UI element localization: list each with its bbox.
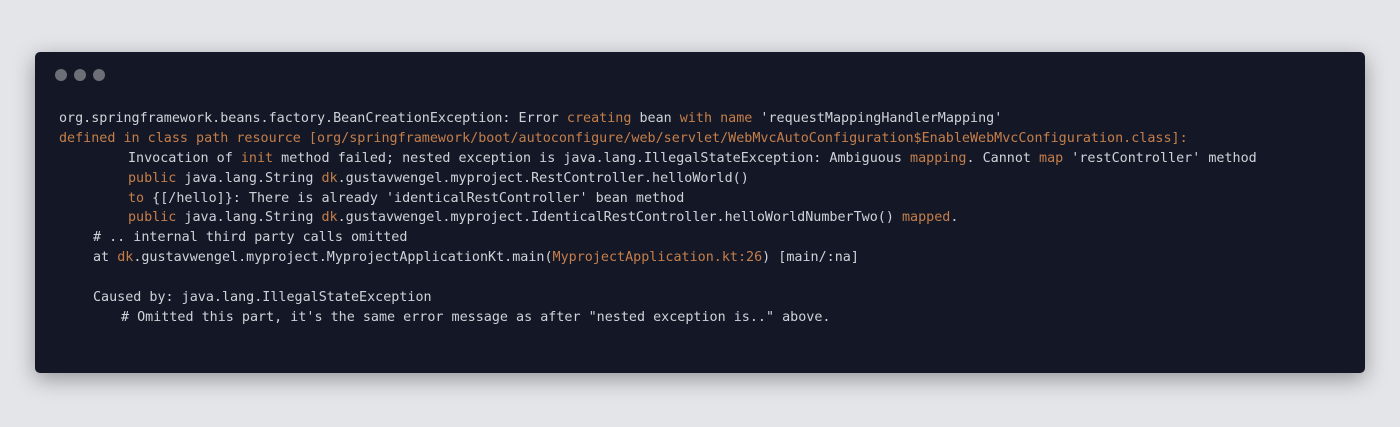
code-line: # Omitted this part, it's the same error… xyxy=(59,308,1357,328)
code-keyword: class path resource [org/springframework… xyxy=(139,130,1188,146)
stack-trace: org.springframework.beans.factory.BeanCr… xyxy=(59,109,1357,328)
code-keyword: mapped xyxy=(901,210,951,226)
code-keyword: MyprojectApplication.kt:26 xyxy=(552,250,763,266)
minimize-dot-icon[interactable] xyxy=(74,69,86,81)
code-text: java.lang.String xyxy=(176,210,322,226)
code-text: Invocation of xyxy=(128,150,241,166)
code-text: at xyxy=(93,250,118,266)
code-text: # .. internal third party calls omitted xyxy=(93,230,408,246)
code-line: Caused by: java.lang.IllegalStateExcepti… xyxy=(59,288,1357,308)
code-text: 'requestMappingHandlerMapping' xyxy=(752,111,1003,126)
code-window: org.springframework.beans.factory.BeanCr… xyxy=(35,52,1365,373)
code-line: public java.lang.String dk.gustavwengel.… xyxy=(59,169,1357,189)
code-text: # Omitted this part, it's the same error… xyxy=(121,309,831,325)
code-text: ) [main/:na] xyxy=(762,250,859,266)
code-keyword: to xyxy=(128,190,145,206)
code-keyword: mapping xyxy=(910,150,967,166)
code-line: defined in class path resource [org/spri… xyxy=(59,129,1357,149)
code-keyword: dk xyxy=(321,210,338,226)
code-text: java.lang.String xyxy=(176,170,322,186)
code-keyword: in xyxy=(123,130,140,146)
code-line: Invocation of init method failed; nested… xyxy=(59,149,1357,169)
code-text: .gustavwengel.myproject.MyprojectApplica… xyxy=(133,250,553,266)
code-text: . Cannot xyxy=(966,150,1040,166)
code-text: Caused by: java.lang.IllegalStateExcepti… xyxy=(93,290,432,306)
code-line: # .. internal third party calls omitted xyxy=(59,228,1357,248)
code-text: 'restController' method xyxy=(1063,150,1257,166)
code-keyword: creating xyxy=(566,111,632,126)
code-keyword: defined xyxy=(59,130,116,146)
window-controls xyxy=(55,69,105,81)
code-keyword: dk xyxy=(321,170,338,186)
code-text: {[/hello]}: There is already 'identicalR… xyxy=(144,190,685,206)
code-keyword: name xyxy=(720,111,753,126)
code-keyword: dk xyxy=(117,250,134,266)
code-keyword: with xyxy=(679,111,713,126)
code-text: .gustavwengel.myproject.RestController.h… xyxy=(337,170,749,186)
code-keyword: public xyxy=(128,170,177,186)
code-keyword: init xyxy=(240,150,274,166)
code-text: .gustavwengel.myproject.IdenticalRestCon… xyxy=(337,210,902,226)
code-text: bean xyxy=(631,111,680,126)
code-keyword: map xyxy=(1039,150,1064,166)
code-line: to {[/hello]}: There is already 'identic… xyxy=(59,189,1357,209)
code-line: public java.lang.String dk.gustavwengel.… xyxy=(59,208,1357,228)
code-text: org.springframework.beans.factory.BeanCr… xyxy=(59,111,567,126)
code-text: method failed; nested exception is java.… xyxy=(273,150,911,166)
code-text: . xyxy=(950,210,959,226)
close-dot-icon[interactable] xyxy=(55,69,67,81)
zoom-dot-icon[interactable] xyxy=(93,69,105,81)
code-keyword: public xyxy=(128,210,177,226)
code-line: org.springframework.beans.factory.BeanCr… xyxy=(59,109,1357,129)
code-line: at dk.gustavwengel.myproject.MyprojectAp… xyxy=(59,248,1357,268)
